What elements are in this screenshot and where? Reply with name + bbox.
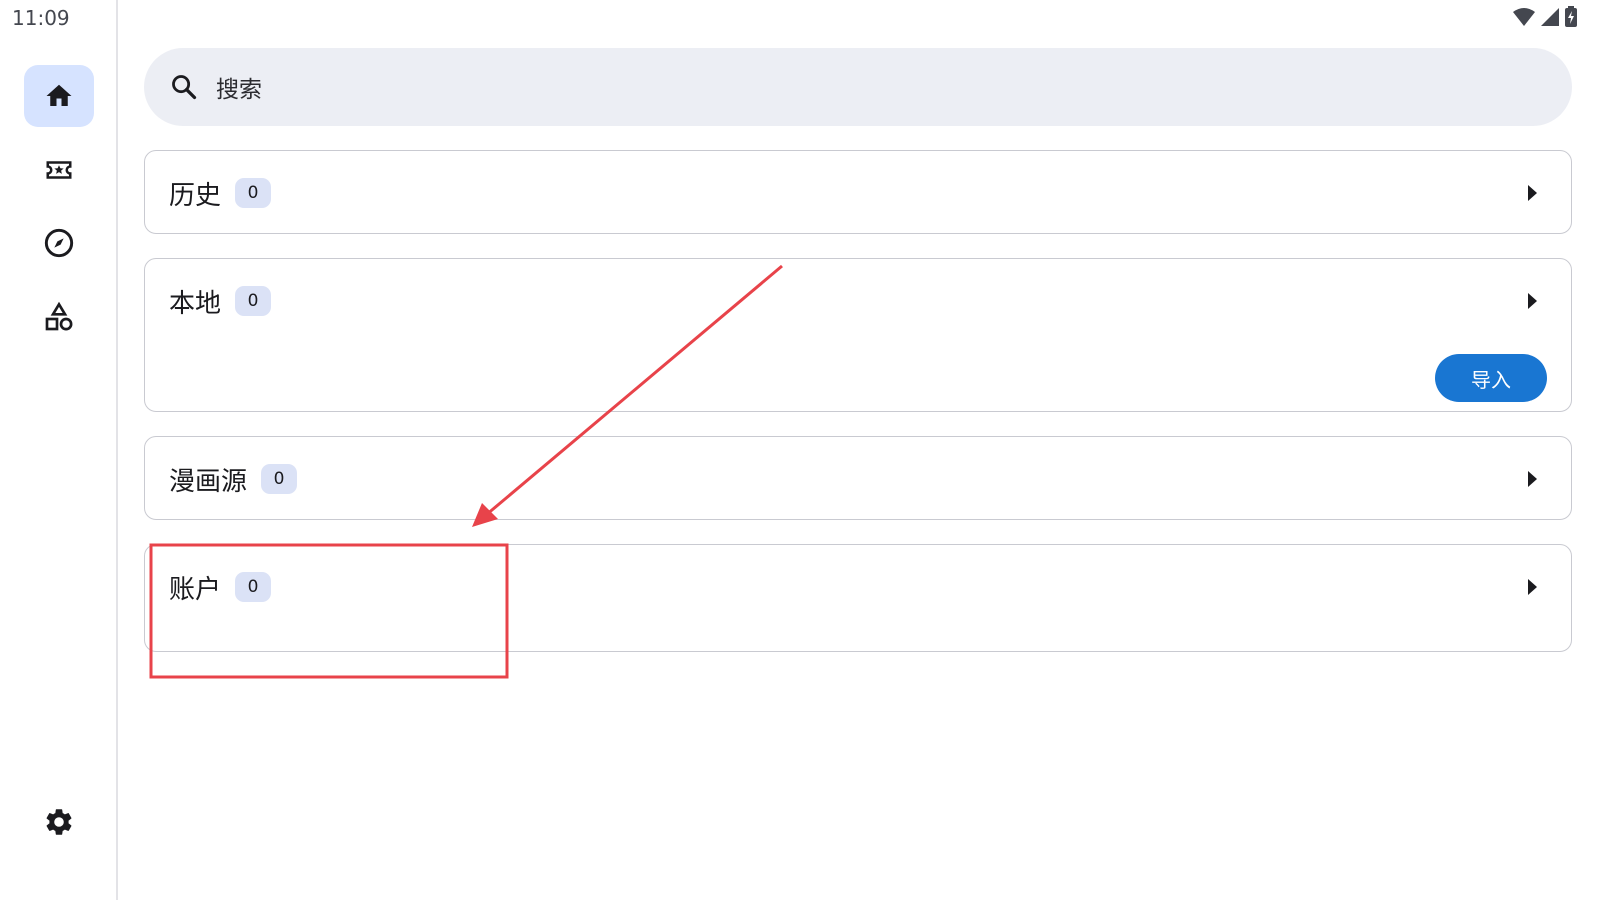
sources-card[interactable]: 漫画源 0 — [144, 436, 1572, 520]
nav-home[interactable] — [24, 65, 94, 127]
search-placeholder: 搜索 — [216, 77, 262, 103]
ticket-star-icon — [46, 161, 72, 179]
search-bar[interactable]: 搜索 — [144, 48, 1572, 126]
chevron-right-icon — [1528, 579, 1537, 595]
wifi-icon — [1513, 8, 1535, 26]
chevron-right-icon — [1528, 471, 1537, 487]
shapes-icon — [45, 301, 73, 331]
chevron-right-icon — [1528, 293, 1537, 309]
nav-explore[interactable] — [24, 212, 94, 274]
history-card[interactable]: 历史 0 — [144, 150, 1572, 234]
count-badge: 0 — [261, 464, 298, 494]
nav-categories[interactable] — [24, 286, 94, 348]
accounts-card[interactable]: 账户 0 — [144, 544, 1572, 652]
gear-icon — [46, 809, 72, 835]
card-title: 本地 — [169, 288, 222, 319]
count-badge: 0 — [235, 178, 272, 208]
compass-icon — [44, 228, 74, 258]
import-button[interactable]: 导入 — [1435, 354, 1547, 402]
chevron-right-icon — [1528, 185, 1537, 201]
nav-favorites[interactable] — [24, 139, 94, 201]
battery-icon — [1565, 6, 1577, 27]
local-card[interactable]: 本地 0 导入 — [144, 258, 1572, 412]
search-icon — [170, 73, 198, 101]
count-badge: 0 — [235, 286, 272, 316]
navigation-rail — [0, 0, 118, 900]
card-title: 漫画源 — [169, 466, 248, 497]
card-title: 账户 — [169, 574, 222, 605]
status-icons — [1512, 6, 1578, 28]
card-title: 历史 — [169, 180, 222, 211]
home-icon — [46, 84, 72, 106]
cell-signal-icon — [1541, 8, 1559, 26]
count-badge: 0 — [235, 572, 272, 602]
nav-settings[interactable] — [24, 791, 94, 853]
